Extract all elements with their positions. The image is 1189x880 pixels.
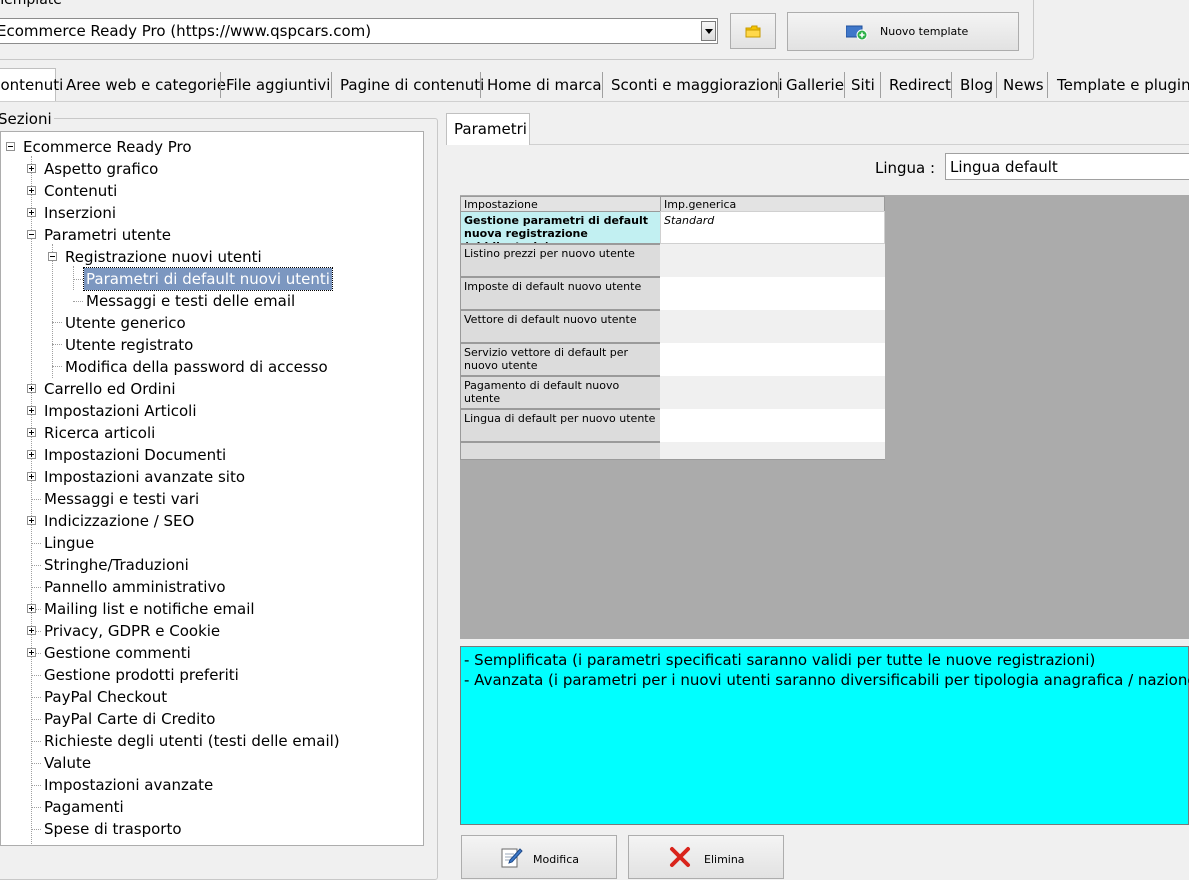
tree-node[interactable]: Privacy, GDPR e Cookie: [44, 620, 220, 642]
tab-pagine-contenuti[interactable]: Pagine di contenuti: [340, 71, 484, 100]
tree-node[interactable]: Impostazioni Documenti: [44, 444, 226, 466]
tree-node[interactable]: Impostazioni avanzate: [44, 774, 213, 796]
tree-node[interactable]: Impostazioni avanzate sito: [44, 466, 245, 488]
grid-cell-value[interactable]: [660, 244, 885, 277]
grid-header-setting: Impostazione: [460, 196, 661, 212]
tab-siti[interactable]: Siti: [851, 71, 875, 100]
modify-button[interactable]: Modifica: [461, 835, 617, 879]
tree-node[interactable]: Aspetto grafico: [44, 158, 158, 180]
tree-node[interactable]: Ecommerce Ready Pro: [23, 136, 192, 158]
new-template-icon: [846, 25, 868, 40]
tree-node[interactable]: Gestione commenti: [44, 642, 191, 664]
tab-gallerie[interactable]: Gallerie: [786, 71, 844, 100]
delete-button[interactable]: Elimina: [628, 835, 784, 879]
grid-header-value: Imp.generica: [660, 196, 885, 212]
grid-cell-value[interactable]: [660, 277, 885, 310]
grid-cell-setting[interactable]: Gestione parametri di default nuova regi…: [460, 211, 661, 244]
grid-cell-setting[interactable]: Listino prezzi per nuovo utente: [460, 244, 661, 277]
grid-cell-value[interactable]: [660, 376, 885, 409]
lingua-label: Lingua :: [875, 159, 936, 177]
grid-cell-value[interactable]: Standard: [660, 211, 885, 244]
sections-tree[interactable]: Ecommerce Ready Pro Aspetto grafico Cont…: [0, 131, 424, 846]
tree-node[interactable]: Impostazioni Articoli: [44, 400, 197, 422]
delete-x-icon: [670, 847, 690, 867]
open-folder-button[interactable]: [730, 13, 776, 49]
tree-node[interactable]: Modifica della password di accesso: [65, 356, 328, 378]
tree-node[interactable]: Lingue: [44, 532, 94, 554]
tree-node[interactable]: PayPal Checkout: [44, 686, 167, 708]
main-tabs: Contenuti Aree web e categorie File aggi…: [0, 68, 1189, 102]
description-line: - Avanzata (i parametri per i nuovi uten…: [464, 671, 1189, 689]
tab-home-marca[interactable]: Home di marca: [487, 71, 602, 100]
grid-cell-setting[interactable]: Servizio vettore di default per nuovo ut…: [460, 343, 661, 376]
tree-node[interactable]: Spese di trasporto: [44, 818, 182, 840]
tab-sconti[interactable]: Sconti e maggiorazioni: [611, 71, 783, 100]
grid-cell-empty: [460, 442, 661, 460]
tab-template-plugins[interactable]: Template e plugins: [1057, 71, 1189, 100]
tree-node[interactable]: Messaggi e testi delle email: [86, 290, 295, 312]
tree-node[interactable]: Utente generico: [65, 312, 186, 334]
tree-node[interactable]: Messaggi e testi vari: [44, 488, 199, 510]
tab-parametri-label: Parametri: [454, 120, 527, 138]
new-template-label: Nuovo template: [880, 25, 969, 38]
tree-node[interactable]: Contenuti: [44, 180, 117, 202]
grid-cell-setting[interactable]: Vettore di default nuovo utente: [460, 310, 661, 343]
grid-cell-value[interactable]: [660, 343, 885, 376]
new-template-button[interactable]: Nuovo template: [787, 12, 1019, 51]
tree-node[interactable]: Registrazione nuovi utenti: [65, 246, 262, 268]
tree-node[interactable]: PayPal Carte di Credito: [44, 708, 215, 730]
description-line: - Semplificata (i parametri specificati …: [464, 651, 1096, 669]
tree-node[interactable]: Ricerca articoli: [44, 422, 155, 444]
tree-node[interactable]: Valute: [44, 752, 91, 774]
description-panel: - Semplificata (i parametri specificati …: [460, 646, 1189, 825]
folder-icon: [745, 25, 761, 38]
grid-cell-setting[interactable]: Imposte di default nuovo utente: [460, 277, 661, 310]
tree-node[interactable]: Pannello amministrativo: [44, 576, 226, 598]
tab-blog[interactable]: Blog: [960, 71, 993, 100]
template-label: Template: [0, 0, 64, 9]
grid-cell-value[interactable]: [660, 310, 885, 343]
tab-aree-web[interactable]: Aree web e categorie: [66, 71, 226, 100]
grid-cell-value[interactable]: [660, 409, 885, 442]
tree-node[interactable]: Stringhe/Traduzioni: [44, 554, 189, 576]
tab-contenuti[interactable]: Contenuti: [0, 71, 63, 100]
tree-node[interactable]: Utente registrato: [65, 334, 193, 356]
tree-node[interactable]: Richieste degli utenti (testi delle emai…: [44, 730, 340, 752]
tree-node[interactable]: Mailing list e notifiche email: [44, 598, 255, 620]
grid-cell-setting[interactable]: Pagamento di default nuovo utente: [460, 376, 661, 409]
tree-node[interactable]: Indicizzazione / SEO: [44, 510, 194, 532]
tab-parametri[interactable]: Parametri: [446, 113, 530, 145]
sections-label: Sezioni: [0, 110, 54, 128]
template-select-value: Ecommerce Ready Pro (https://www.qspcars…: [0, 22, 372, 40]
grid-cell-empty: [660, 442, 885, 460]
dropdown-arrow-icon[interactable]: [701, 21, 716, 41]
tree-node[interactable]: Carrello ed Ordini: [44, 378, 176, 400]
tab-news[interactable]: News: [1003, 71, 1044, 100]
tree-node-selected[interactable]: Parametri di default nuovi utenti: [83, 267, 333, 291]
tree-node[interactable]: Gestione prodotti preferiti: [44, 664, 239, 686]
grid-cell-setting[interactable]: Lingua di default per nuovo utente: [460, 409, 661, 442]
delete-label: Elimina: [704, 853, 745, 866]
template-select[interactable]: Ecommerce Ready Pro (https://www.qspcars…: [0, 18, 718, 44]
lingua-select[interactable]: Lingua default: [945, 153, 1189, 180]
tree-node[interactable]: Parametri utente: [44, 224, 171, 246]
edit-icon: [501, 848, 523, 868]
tab-redirect[interactable]: Redirect: [889, 71, 951, 100]
modify-label: Modifica: [533, 853, 579, 866]
lingua-value: Lingua default: [950, 158, 1058, 176]
tree-node[interactable]: Inserzioni: [44, 202, 116, 224]
tree-node[interactable]: Pagamenti: [44, 796, 124, 818]
tab-file-aggiuntivi[interactable]: File aggiuntivi: [226, 71, 330, 100]
